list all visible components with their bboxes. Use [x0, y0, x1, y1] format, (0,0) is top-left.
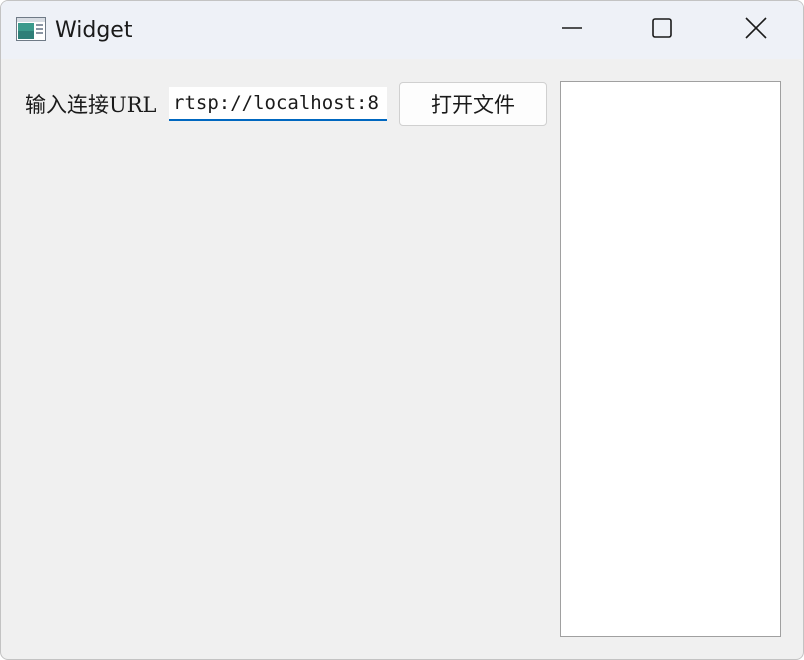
- minimize-icon: [561, 17, 583, 43]
- url-label: 输入连接URL: [25, 93, 157, 117]
- maximize-icon: [651, 17, 673, 43]
- window-title: Widget: [55, 18, 133, 43]
- app-window-icon: [16, 17, 46, 41]
- app-window: Widget 输入连接URL 打开文件: [0, 0, 804, 660]
- url-input[interactable]: [169, 87, 387, 121]
- open-file-button[interactable]: 打开文件: [399, 82, 547, 126]
- maximize-button[interactable]: [616, 1, 708, 59]
- minimize-button[interactable]: [526, 1, 618, 59]
- close-button[interactable]: [710, 1, 802, 59]
- title-bar[interactable]: Widget: [1, 1, 803, 59]
- close-icon: [744, 16, 768, 44]
- side-list-panel[interactable]: [560, 81, 781, 637]
